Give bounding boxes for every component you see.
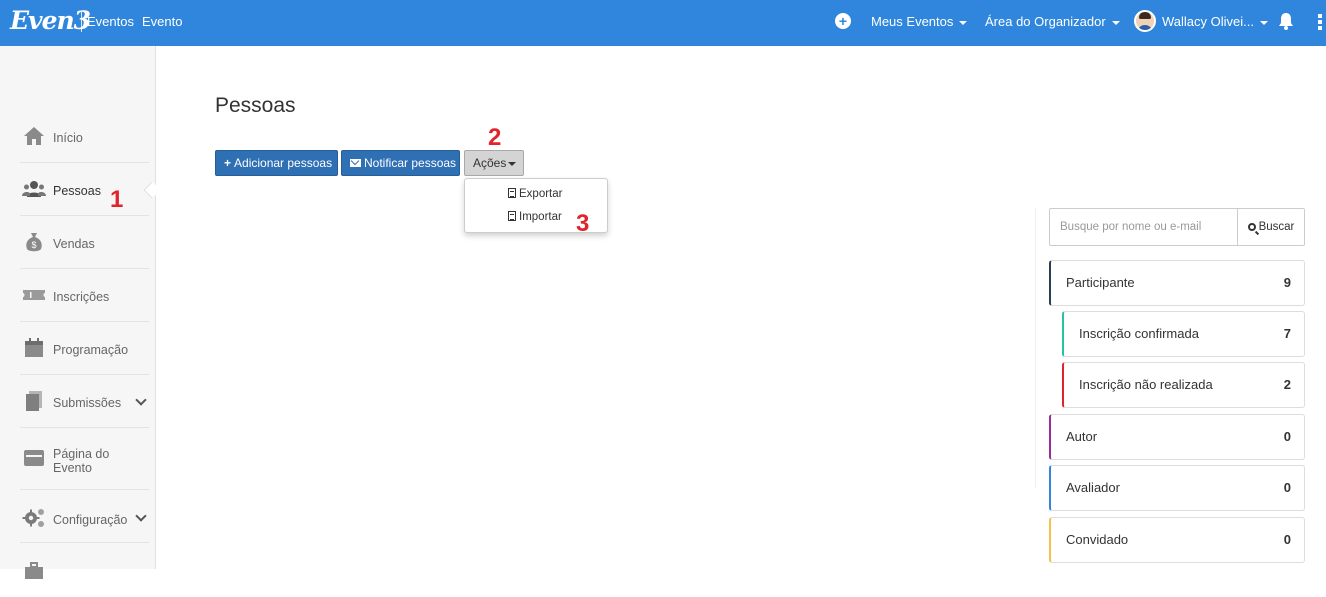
filter-count: 7	[1283, 326, 1291, 341]
sidebar-item-configuracao[interactable]: Configuração	[20, 490, 149, 543]
notifications-bell-icon[interactable]	[1278, 12, 1294, 30]
briefcase-icon	[25, 562, 43, 579]
caret-down-icon	[1111, 20, 1120, 25]
money-bag-icon: $	[26, 233, 42, 252]
filter-label: Inscrição não realizada	[1079, 377, 1213, 392]
area-organizador-label: Área do Organizador	[985, 14, 1106, 29]
sidebar-item-label: Inscrições	[53, 290, 110, 304]
sidebar-item-label: Programação	[53, 343, 129, 357]
sidebar-item-label: Início	[53, 131, 83, 145]
sidebar-item-partial[interactable]	[20, 544, 149, 597]
filter-label: Avaliador	[1066, 480, 1120, 495]
even3-logo[interactable]: Even3	[10, 6, 91, 35]
actions-dropdown-button[interactable]: Ações	[464, 150, 524, 176]
file-export-icon	[508, 188, 516, 198]
sidebar-item-pessoas[interactable]: Pessoas	[20, 163, 149, 216]
filter-convidado[interactable]: Convidado 0	[1049, 517, 1305, 563]
users-icon	[22, 181, 46, 197]
top-navbar: Even3 Eventos Evento + Meus Eventos Área…	[0, 0, 1326, 46]
search-button-label: Buscar	[1258, 221, 1295, 233]
sidebar-item-label: Submissões	[53, 396, 122, 410]
sidebar-item-label: Vendas	[53, 237, 95, 251]
search-icon	[1247, 223, 1256, 231]
search-input[interactable]	[1050, 209, 1237, 245]
menu-item-importar[interactable]: Importar	[508, 211, 562, 223]
annotation-step-3: 3	[576, 210, 590, 237]
filter-inscricao-nao-realizada[interactable]: Inscrição não realizada 2	[1062, 362, 1305, 408]
create-event-plus-icon[interactable]: +	[835, 13, 851, 29]
meus-eventos-label: Meus Eventos	[871, 14, 954, 29]
user-avatar[interactable]	[1134, 10, 1156, 32]
panel-divider	[1035, 208, 1036, 488]
sidebar-item-pagina-do-evento[interactable]: Página do Evento	[20, 428, 149, 490]
search-field[interactable]	[1049, 208, 1238, 246]
sidebar-item-submissoes[interactable]: Submissões	[20, 375, 149, 428]
plus-icon: +	[224, 156, 232, 170]
logo-divider	[81, 12, 82, 32]
add-people-label: Adicionar pessoas	[234, 156, 333, 170]
chevron-down-icon	[135, 394, 147, 406]
caret-down-icon	[508, 161, 517, 166]
calendar-icon	[25, 338, 43, 357]
gears-icon	[22, 509, 44, 527]
file-import-icon	[508, 211, 516, 221]
filter-count: 0	[1283, 480, 1291, 495]
apps-menu-icon[interactable]	[1318, 14, 1322, 32]
menu-item-exportar[interactable]: Exportar	[508, 188, 562, 200]
filter-autor[interactable]: Autor 0	[1049, 414, 1305, 460]
filter-count: 0	[1283, 532, 1291, 547]
caret-down-icon	[959, 20, 968, 25]
filter-label: Inscrição confirmada	[1079, 326, 1199, 341]
search-button[interactable]: Buscar	[1237, 208, 1305, 246]
sidebar-item-label: Pessoas	[53, 184, 101, 198]
sidebar-item-programacao[interactable]: Programação	[20, 322, 149, 375]
ticket-icon	[23, 290, 45, 300]
filter-avaliador[interactable]: Avaliador 0	[1049, 465, 1305, 511]
add-people-button[interactable]: + Adicionar pessoas	[215, 150, 338, 176]
menu-item-label: Exportar	[519, 188, 563, 200]
user-name-label: Wallacy Olivei...	[1162, 14, 1254, 29]
filter-count: 2	[1283, 377, 1291, 392]
filter-label: Convidado	[1066, 532, 1129, 547]
notify-people-button[interactable]: Notificar pessoas	[341, 150, 460, 176]
menu-item-label: Importar	[519, 211, 562, 223]
envelope-icon	[350, 159, 361, 167]
filter-inscricao-confirmada[interactable]: Inscrição confirmada 7	[1062, 311, 1305, 357]
filter-count: 9	[1283, 275, 1291, 290]
documents-icon	[26, 391, 42, 411]
area-organizador-dropdown[interactable]: Área do Organizador	[985, 14, 1120, 29]
nav-link-eventos[interactable]: Eventos	[87, 14, 134, 29]
annotation-step-2: 2	[488, 124, 502, 151]
chevron-down-icon	[135, 510, 147, 522]
filter-label: Autor	[1066, 429, 1098, 444]
caret-down-icon	[1259, 20, 1268, 25]
svg-text:$: $	[31, 240, 36, 250]
sidebar-item-label: Página do Evento	[53, 447, 110, 475]
sidebar-item-inicio[interactable]: Início	[20, 110, 149, 163]
sidebar-item-label: Configuração	[53, 513, 128, 527]
filter-count: 0	[1283, 429, 1291, 444]
user-menu-dropdown[interactable]: Wallacy Olivei...	[1162, 14, 1268, 29]
filter-participante[interactable]: Participante 9	[1049, 260, 1305, 306]
sidebar: Início Pessoas $ Vendas Inscrições Progr…	[0, 46, 156, 579]
annotation-step-1: 1	[110, 186, 124, 213]
home-icon	[24, 127, 44, 145]
filter-label: Participante	[1066, 275, 1135, 290]
browser-icon	[24, 450, 44, 466]
page-title: Pessoas	[215, 94, 296, 117]
nav-link-evento[interactable]: Evento	[142, 14, 182, 29]
notify-people-label: Notificar pessoas	[364, 156, 457, 170]
sidebar-item-vendas[interactable]: $ Vendas	[20, 216, 149, 269]
meus-eventos-dropdown[interactable]: Meus Eventos	[871, 14, 968, 29]
actions-label: Ações	[473, 156, 507, 170]
sidebar-item-inscricoes[interactable]: Inscrições	[20, 269, 149, 322]
